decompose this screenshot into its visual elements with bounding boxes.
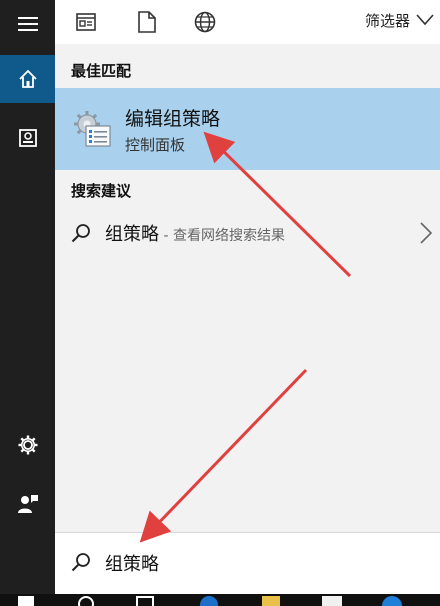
taskbar bbox=[0, 594, 440, 606]
store-icon[interactable] bbox=[322, 596, 342, 606]
windows-start-icon[interactable] bbox=[18, 596, 34, 606]
edge-browser-icon[interactable] bbox=[200, 596, 218, 606]
arrow-to-searchbox bbox=[139, 368, 308, 543]
arrow-to-result bbox=[203, 131, 352, 278]
annotation-arrows bbox=[139, 131, 352, 543]
file-explorer-icon[interactable] bbox=[262, 596, 280, 606]
task-view-icon[interactable] bbox=[136, 596, 154, 606]
search-taskbar-icon[interactable] bbox=[78, 596, 94, 606]
app-icon[interactable] bbox=[382, 596, 402, 606]
